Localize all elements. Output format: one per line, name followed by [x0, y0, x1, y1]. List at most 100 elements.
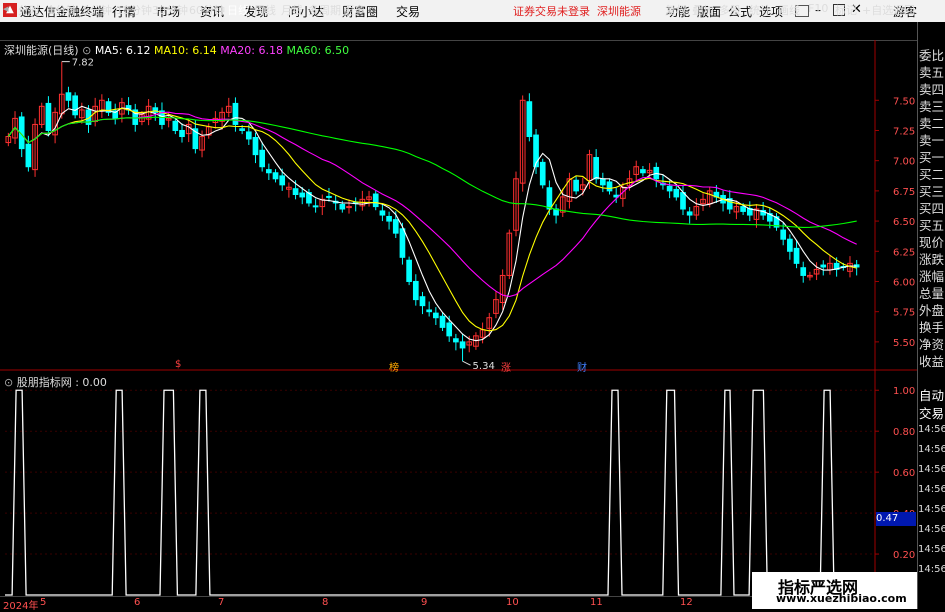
price-axis: 5.50 5.75 6.00 6.25 6.50 6.75 7.00 7.25 7.50	[875, 96, 915, 349]
candle-body	[546, 187, 553, 210]
price-tick-label: 6.50	[893, 217, 915, 228]
mark-button[interactable]: 标记	[835, 2, 857, 18]
candle-body	[573, 179, 579, 192]
period-multi[interactable]: 多周期	[308, 2, 341, 18]
candle-body	[453, 338, 459, 343]
sidebar-item-18[interactable]: 收益	[919, 351, 944, 370]
draw-button[interactable]: 画线	[778, 2, 800, 18]
period-daily[interactable]: 日线	[227, 2, 249, 18]
sidebar-item-19[interactable]: 自动	[919, 385, 944, 404]
menu-trade[interactable]: 交易	[396, 3, 420, 20]
candle-body	[326, 195, 332, 198]
multi-stock-button[interactable]: 多股	[719, 2, 741, 18]
event-marker-rise[interactable]: 涨	[501, 359, 511, 374]
period-intraday[interactable]: 分时	[18, 2, 40, 18]
period-weekly[interactable]: 周线	[254, 2, 276, 18]
indicator-toggle-icon[interactable]: ⊙	[4, 376, 13, 389]
add-watchlist-button[interactable]: +自选	[862, 2, 893, 18]
candle-body	[25, 143, 32, 168]
candle-body	[673, 188, 680, 198]
candle-body	[533, 134, 539, 168]
candle-body	[272, 172, 279, 180]
x-label-dec: 12	[680, 597, 693, 608]
period-more[interactable]: 更多 ›	[343, 2, 373, 18]
price-tick-label: 6.75	[893, 187, 915, 198]
low-label: 5.34	[473, 361, 495, 372]
candle-body	[232, 102, 239, 125]
candle-body	[245, 131, 252, 140]
stock-label: 深圳能源(日线)	[4, 44, 79, 57]
candle-body	[412, 280, 419, 301]
toolbar-collapse-icon[interactable]: ◂	[3, 2, 9, 15]
candle-body	[640, 169, 646, 174]
candle-body	[239, 128, 245, 131]
sidebar-time-2: 14:56	[918, 464, 945, 475]
price-tick-label: 6.25	[893, 247, 915, 258]
period-60min[interactable]: 60分钟	[189, 2, 225, 18]
candle-body	[680, 192, 686, 210]
sidebar-time-7: 14:56	[918, 564, 945, 575]
x-label-jun: 6	[134, 597, 141, 608]
high-label: 7.82	[72, 58, 94, 69]
candle-body	[526, 101, 533, 138]
sidebar-time-5: 14:56	[918, 524, 945, 535]
candle-body	[800, 267, 807, 276]
candle-body	[439, 315, 446, 328]
chevron-right-icon: ›	[368, 4, 373, 17]
ma10-label: MA10: 6.14	[154, 44, 217, 57]
indicator-tick-label: 0.60	[893, 468, 915, 479]
candle-body	[433, 312, 439, 319]
period-monthly[interactable]: 月线	[281, 2, 303, 18]
candle-body	[406, 259, 412, 282]
period-5min[interactable]: 5分钟	[83, 2, 112, 18]
indicator-tick-label: 0.80	[893, 427, 915, 438]
price-tick-label: 5.75	[893, 308, 915, 319]
sidebar-item-20[interactable]: 交易	[919, 403, 944, 422]
event-marker-dollar[interactable]: $	[175, 359, 181, 370]
x-label-nov: 11	[590, 597, 603, 608]
adjust-button[interactable]: 复权	[665, 2, 687, 18]
sidebar-time-3: 14:56	[918, 484, 945, 495]
candle-body	[593, 157, 599, 180]
x-label-oct: 10	[506, 597, 519, 608]
candle-body	[606, 181, 613, 192]
sidebar-time-1: 14:56	[918, 444, 945, 455]
overlay-button[interactable]: 叠加	[692, 2, 714, 18]
f10-button[interactable]: F10	[808, 2, 828, 15]
period-30min[interactable]: 30分钟	[152, 2, 188, 18]
candle-body	[379, 210, 386, 216]
price-tick-label: 7.25	[893, 126, 915, 137]
x-label-aug: 8	[322, 597, 329, 608]
stats-button[interactable]: 统计	[749, 2, 771, 18]
legend-toggle-icon[interactable]: ⊙	[82, 44, 91, 57]
candle-body	[172, 120, 179, 131]
x-label-jul: 7	[218, 597, 225, 608]
top-stock-name: 深圳能源	[597, 5, 641, 18]
candle-body	[399, 228, 406, 258]
candle-body	[446, 322, 453, 337]
back-button[interactable]: 返回	[893, 2, 915, 18]
candle-body	[780, 229, 787, 240]
x-label-year: 2024年	[3, 601, 39, 612]
period-15min[interactable]: 15分钟	[116, 2, 152, 18]
indicator-label: 股朋指标网 : 0.00	[16, 376, 107, 389]
candle-body	[299, 192, 306, 198]
indicator-tick-label: 0.20	[893, 550, 915, 561]
ma-legend: 深圳能源(日线) ⊙ MA5: 6.12 MA10: 6.14 MA20: 6.…	[4, 42, 349, 58]
event-marker-finance[interactable]: 财	[577, 359, 587, 374]
candle-body	[392, 219, 399, 234]
indicator-current-value: 0.47	[876, 512, 916, 526]
login-notice[interactable]: 证券交易未登录 深圳能源	[513, 3, 641, 19]
candle-body	[599, 178, 606, 186]
ma5-line	[7, 105, 857, 342]
ma20-label: MA20: 6.18	[220, 44, 283, 57]
watermark-url: www.xuezhibiao.com	[776, 592, 907, 605]
period-1min[interactable]: 1分钟	[48, 2, 77, 18]
chart-canvas[interactable]: 5.50 5.75 6.00 6.25 6.50 6.75 7.00 7.25 7.50 0.2…	[0, 40, 917, 596]
candle-body	[787, 238, 793, 252]
candle-body	[266, 169, 272, 174]
event-marker-rank[interactable]: 榜	[389, 359, 399, 374]
candle-body	[252, 136, 259, 156]
indicator-grid	[5, 389, 875, 555]
candle-body	[72, 95, 78, 116]
